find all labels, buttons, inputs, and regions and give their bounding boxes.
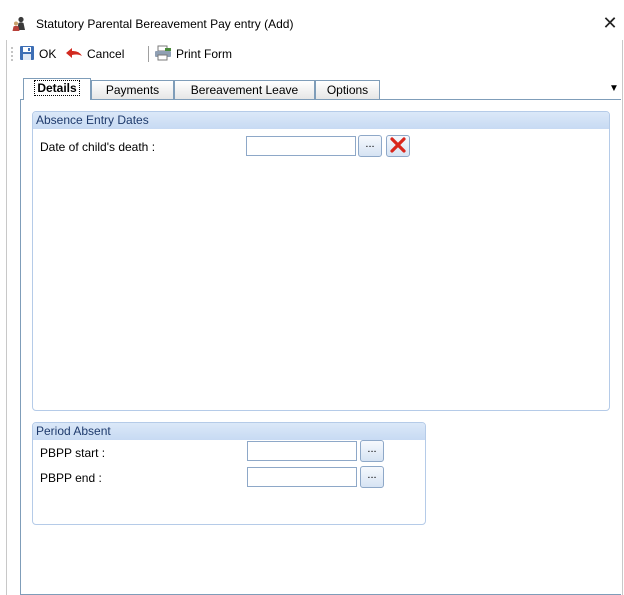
window-right-border: [622, 40, 623, 595]
tab-details[interactable]: Details: [23, 78, 91, 100]
tab-options-label: Options: [326, 83, 369, 97]
ellipsis-icon: ...: [367, 469, 377, 481]
title-bar: Statutory Parental Bereavement Pay entry…: [0, 0, 624, 40]
tab-options[interactable]: Options: [315, 80, 380, 99]
ellipsis-icon: ...: [367, 443, 377, 455]
pbpp-start-field[interactable]: [247, 441, 357, 461]
ellipsis-icon: ...: [365, 138, 375, 150]
group-header: Absence Entry Dates: [33, 112, 609, 129]
ok-button[interactable]: OK: [19, 44, 56, 64]
ok-button-label: OK: [39, 47, 57, 61]
toolbar-separator: [148, 46, 149, 62]
absence-entry-dates-group: Absence Entry Dates: [32, 111, 610, 411]
pbpp-start-label: PBPP start :: [40, 446, 106, 460]
triangle-down-icon: ▼: [609, 83, 619, 94]
clear-date-button[interactable]: [386, 135, 410, 157]
group-header: Period Absent: [33, 423, 425, 440]
print-form-button[interactable]: Print Form: [154, 44, 232, 64]
close-icon: ✕: [602, 13, 618, 33]
cancel-button-label: Cancel: [87, 47, 125, 61]
dialog-window: Statutory Parental Bereavement Pay entry…: [0, 0, 624, 595]
print-form-icon: [154, 45, 172, 64]
window-title: Statutory Parental Bereavement Pay entry…: [36, 17, 294, 31]
red-x-icon: [390, 136, 406, 156]
tab-bereavement-leave[interactable]: Bereavement Leave: [174, 80, 315, 99]
pbpp-end-field[interactable]: [247, 467, 357, 487]
toolbar: OK Cancel Print Form: [7, 42, 622, 66]
pbpp-end-label: PBPP end :: [40, 471, 102, 485]
date-of-death-field[interactable]: [246, 136, 356, 156]
pbpp-start-picker-button[interactable]: ...: [360, 440, 384, 462]
save-disk-icon: [19, 45, 35, 64]
date-of-death-label: Date of child's death :: [40, 140, 156, 154]
tab-list-dropdown[interactable]: ▼: [609, 83, 619, 95]
tab-bereavement-leave-label: Bereavement Leave: [190, 83, 299, 97]
tab-strip: Details Payments Bereavement Leave Optio…: [7, 78, 622, 100]
date-of-death-picker-button[interactable]: ...: [358, 135, 382, 157]
cancel-button[interactable]: Cancel: [65, 44, 124, 64]
close-button[interactable]: ✕: [600, 12, 620, 34]
people-icon: [11, 16, 27, 32]
pbpp-end-picker-button[interactable]: ...: [360, 466, 384, 488]
red-undo-arrow-icon: [65, 45, 83, 64]
print-form-button-label: Print Form: [176, 47, 233, 61]
tab-payments[interactable]: Payments: [91, 80, 174, 99]
tab-details-label: Details: [34, 80, 80, 96]
tab-payments-label: Payments: [105, 83, 160, 97]
toolbar-grip[interactable]: [11, 46, 13, 62]
